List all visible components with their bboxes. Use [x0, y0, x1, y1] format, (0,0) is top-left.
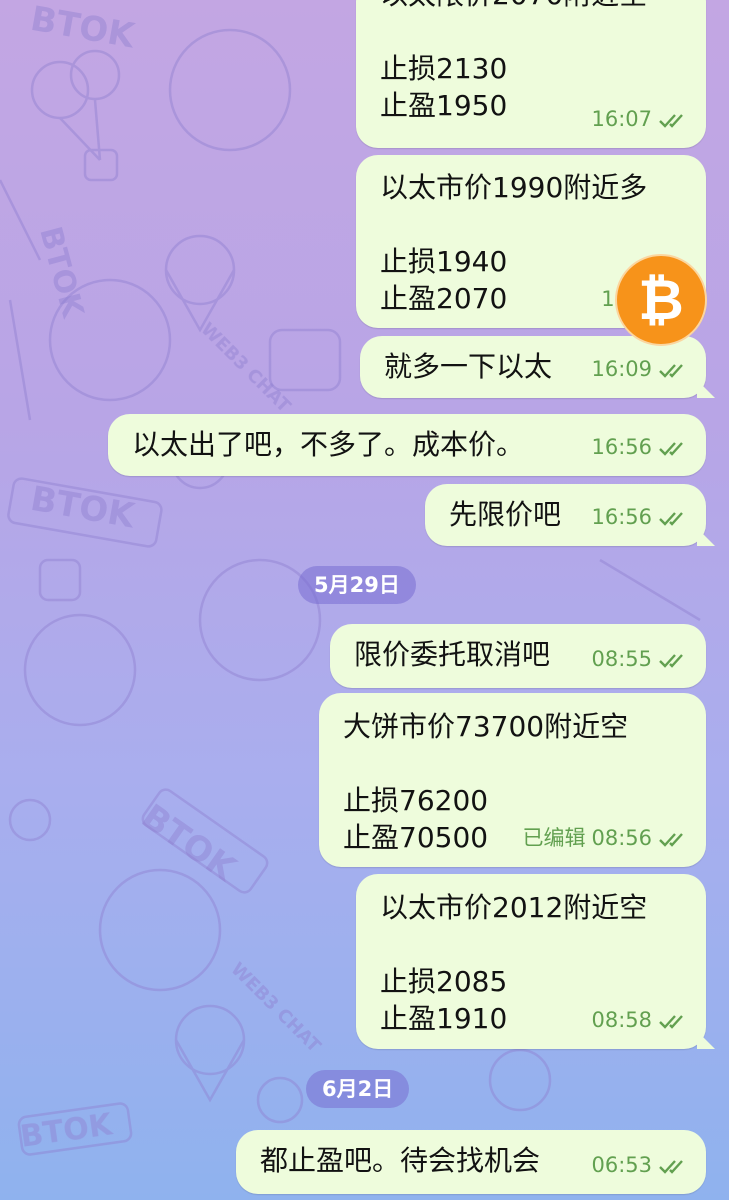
message-time: 16:56: [591, 435, 652, 459]
message-text-line: [380, 13, 647, 50]
message-time: 08:55: [591, 647, 652, 671]
message-time: 08:56: [591, 826, 652, 850]
message-meta: 08:58: [591, 1002, 688, 1039]
double-check-icon: [658, 1158, 688, 1174]
message-text-line: 以太市价1990附近多: [380, 171, 648, 204]
double-check-icon: [658, 362, 688, 378]
message-bubble[interactable]: 以太限价2070附近空 止损2130 止盈1950 16:07: [356, 0, 706, 148]
message-time: 06:53: [591, 1153, 652, 1177]
message-meta: 16:56: [591, 499, 688, 536]
message-text-line: 止损1940: [380, 245, 508, 278]
message-time: 16:09: [591, 357, 652, 381]
message-text-line: 以太市价2012附近空: [380, 891, 648, 924]
message-time: 16:07: [591, 107, 652, 131]
message-meta: 16:56: [591, 429, 688, 466]
edited-label: 已编辑: [522, 826, 586, 850]
svg-text:WEB3 CHAT: WEB3 CHAT: [196, 319, 295, 418]
bitcoin-icon[interactable]: ₿: [615, 254, 707, 346]
message-text-line: 以太出了吧，不多了。成本价。: [132, 428, 525, 461]
date-separator: 6月2日: [306, 1070, 410, 1108]
date-separator: 5月29日: [298, 566, 416, 604]
message-meta: 08:55: [591, 641, 688, 678]
message-text-line: 大饼市价73700附近空: [343, 710, 629, 743]
message-bubble[interactable]: 都止盈吧。待会找机会 06:53: [236, 1130, 706, 1194]
message-bubble[interactable]: 大饼市价73700附近空 止损76200 止盈70500 已编辑 08:56: [319, 693, 706, 867]
message-text-line: 止损76200: [343, 784, 489, 817]
message-bubble[interactable]: 以太出了吧，不多了。成本价。 16:56: [108, 414, 706, 476]
double-check-icon: [658, 652, 688, 668]
message-time: 08:58: [591, 1008, 652, 1032]
message-meta: 16:07: [591, 101, 688, 138]
message-meta: 16:09: [591, 351, 688, 388]
message-bubble[interactable]: 以太市价2012附近空 止损2085 止盈1910 08:58: [356, 874, 715, 1049]
message-bubble[interactable]: 限价委托取消吧 08:55: [330, 624, 706, 688]
double-check-icon: [658, 440, 688, 456]
double-check-icon: [658, 1013, 688, 1029]
svg-text:BTOK: BTOK: [18, 1107, 116, 1155]
message-text-line: 止损2085: [380, 965, 508, 998]
message-meta: 已编辑 08:56: [522, 820, 688, 857]
message-time: 16:56: [591, 505, 652, 529]
svg-text:BTOK: BTOK: [32, 223, 90, 323]
message-text-line: 以太限价2070附近空: [380, 0, 647, 13]
message-text-line: 都止盈吧。待会找机会: [260, 1144, 541, 1177]
double-check-icon: [658, 112, 688, 128]
svg-text:WEB3 CHAT: WEB3 CHAT: [226, 959, 325, 1058]
double-check-icon: [658, 510, 688, 526]
message-bubble[interactable]: 先限价吧 16:56: [425, 484, 715, 546]
svg-text:BTOK: BTOK: [134, 797, 244, 891]
bitcoin-symbol: ₿: [638, 268, 684, 333]
message-text-line: [380, 206, 647, 243]
double-check-icon: [658, 831, 688, 847]
message-text-line: 就多一下以太: [384, 350, 553, 383]
message-text-line: [380, 926, 647, 963]
svg-text:BTOK: BTOK: [28, 479, 139, 537]
wallpaper-text: BTOK: [28, 0, 139, 57]
message-meta: 06:53: [591, 1147, 688, 1184]
message-text-line: 先限价吧: [449, 498, 562, 531]
message-text-line: [343, 745, 628, 782]
message-text-line: 止损2130: [380, 52, 508, 85]
message-text-line: 限价委托取消吧: [354, 638, 551, 671]
